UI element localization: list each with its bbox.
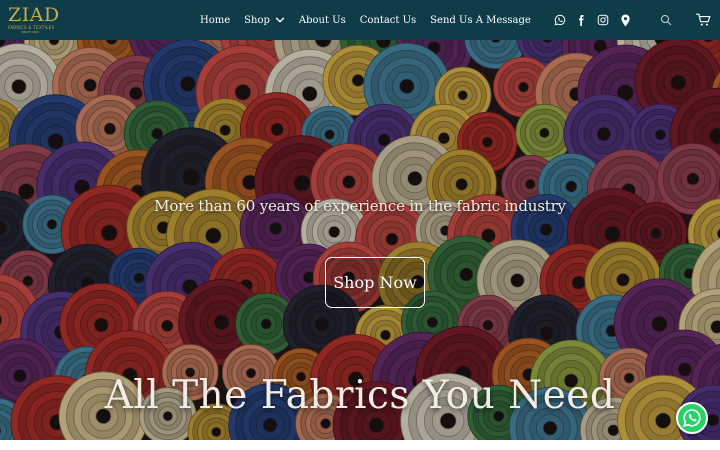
brand-logo[interactable]: ZIAD FABRICS & TEXTILES SINCE 1960	[8, 4, 60, 35]
whatsapp-icon	[682, 408, 702, 428]
nav-item-label: Send Us A Message	[430, 14, 531, 26]
main-nav: Home Shop About Us Contact Us Send Us A …	[200, 0, 545, 40]
nav-item-send-message[interactable]: Send Us A Message	[430, 15, 531, 26]
nav-item-contact[interactable]: Contact Us	[360, 15, 416, 26]
search-icon[interactable]	[659, 13, 673, 27]
whatsapp-chat-button[interactable]	[676, 402, 708, 434]
site-header: ZIAD FABRICS & TEXTILES SINCE 1960 Home …	[0, 0, 720, 40]
cart-icon[interactable]	[695, 12, 711, 28]
whatsapp-icon[interactable]	[553, 13, 567, 27]
hero-headline: All The Fabrics You Need	[104, 373, 616, 418]
nav-item-label: About Us	[298, 14, 346, 26]
logo-tagline: SINCE 1960	[21, 30, 39, 34]
nav-item-shop[interactable]: Shop	[244, 15, 285, 26]
hero-tagline: More than 60 years of experience in the …	[154, 197, 566, 215]
shop-now-button[interactable]: Shop Now	[325, 257, 425, 308]
chevron-down-icon	[275, 15, 285, 25]
logo-word: ZIAD	[8, 4, 60, 26]
instagram-icon[interactable]	[596, 13, 610, 27]
page-bottom-strip	[0, 440, 720, 450]
nav-item-label: Contact Us	[359, 14, 417, 26]
nav-item-about[interactable]: About Us	[299, 15, 346, 26]
nav-item-label: Shop	[244, 14, 270, 26]
hero-banner: More than 60 years of experience in the …	[0, 40, 720, 440]
nav-item-label: Home	[200, 14, 231, 26]
location-pin-icon[interactable]	[618, 13, 632, 27]
nav-item-home[interactable]: Home	[200, 15, 230, 26]
facebook-icon[interactable]	[574, 13, 588, 27]
